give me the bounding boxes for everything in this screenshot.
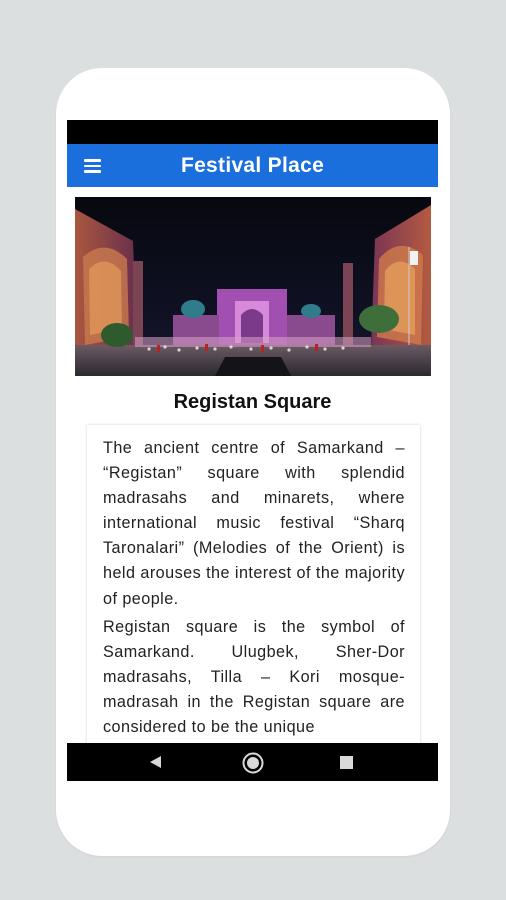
app-title: Festival Place (180, 154, 325, 177)
recents-square-icon[interactable] (340, 756, 353, 769)
app-bar: Festival Place (67, 144, 438, 187)
back-triangle-icon[interactable] (149, 755, 163, 769)
home-circle-icon[interactable] (242, 752, 264, 774)
status-bar (67, 120, 438, 144)
hero-image (75, 197, 431, 376)
navigation-bar (67, 743, 438, 781)
description-paragraph: The ancient centre of Samarkand – “Regis… (103, 439, 405, 608)
app-screen: Festival Place Registan Square The ancie… (67, 120, 438, 781)
registan-square-photo (75, 197, 431, 376)
description-card: The ancient centre of Samarkand – “Regis… (87, 425, 420, 745)
description-paragraph: Registan square is the symbol of Samarka… (103, 617, 405, 737)
place-title: Registan Square (173, 391, 332, 413)
